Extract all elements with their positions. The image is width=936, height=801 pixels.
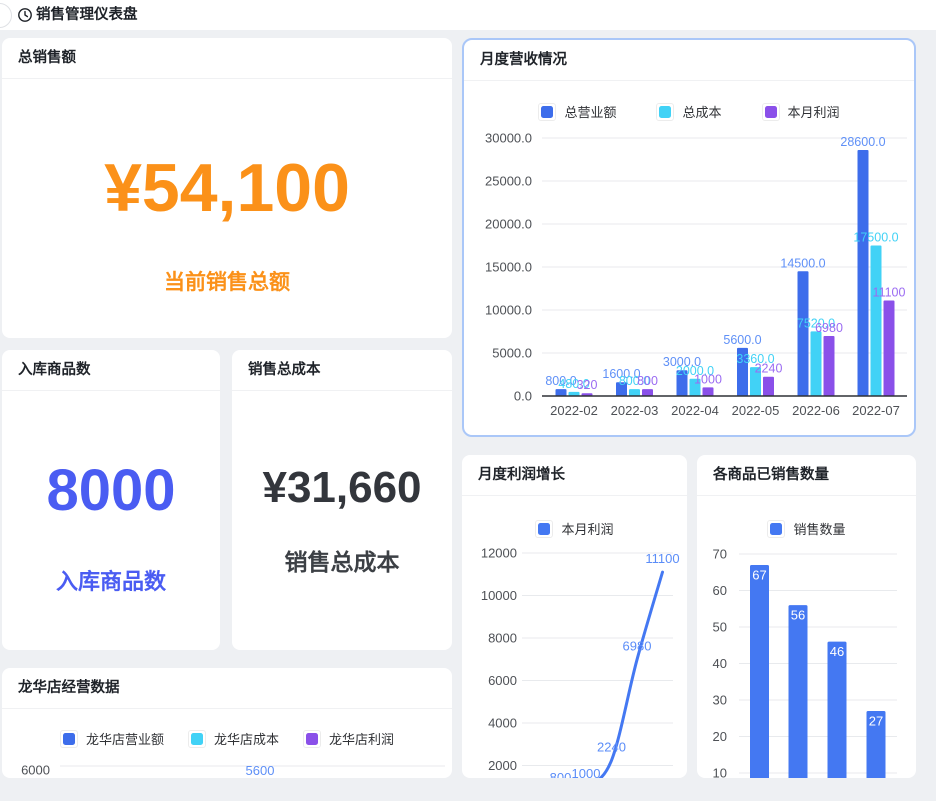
y-tick-label: 8000	[488, 631, 517, 646]
product-sales-chart[interactable]: 70 60 50 40 30 20 10 67 56 46 27	[697, 455, 916, 778]
y-tick-label: 6000	[488, 673, 517, 688]
data-label: 27	[869, 713, 883, 728]
total-cost-caption: 销售总成本	[284, 549, 400, 575]
bar	[750, 564, 769, 778]
data-label: 800	[637, 374, 658, 388]
card-monthly-revenue[interactable]: 月度营收情况 总营业额 总成本 本月利润 0.0 5000.0 10000.0 15000…	[462, 38, 916, 437]
data-label: 56	[791, 608, 805, 623]
bar	[883, 300, 895, 396]
card-stock-count: 入库商品数 8000 入库商品数	[2, 350, 220, 650]
y-tick-label: 12000	[481, 546, 517, 561]
bar	[788, 605, 808, 778]
data-label: 5600.0	[723, 333, 761, 347]
bar	[823, 335, 835, 396]
y-tick-label: 30	[713, 693, 727, 708]
data-label: 5600	[246, 763, 275, 778]
y-tick-label: 2000	[488, 758, 517, 773]
y-tick-label: 50	[713, 620, 727, 635]
x-tick-label: 2022-03	[611, 403, 659, 418]
x-tick-label: 2022-02	[550, 403, 598, 418]
history-clock-icon[interactable]	[17, 7, 33, 23]
y-tick-label: 30000.0	[485, 131, 532, 146]
card-total-cost: 销售总成本 ¥31,660 销售总成本	[232, 350, 452, 650]
data-label: 14500.0	[780, 256, 825, 270]
gridlines	[542, 137, 907, 354]
data-label: 6980	[623, 639, 652, 654]
dashboard-page: 销售管理仪表盘 总销售额 ¥54,100 当前销售总额 入库商品数 8000 入…	[0, 0, 936, 801]
stock-count-caption: 入库商品数	[55, 569, 166, 594]
x-tick-label: 2022-06	[792, 403, 840, 418]
data-label: 17500.0	[853, 231, 898, 245]
monthly-revenue-chart[interactable]: 0.0 5000.0 10000.0 15000.0 20000.0 25000.0 300…	[464, 40, 914, 435]
topbar: 销售管理仪表盘	[0, 0, 936, 30]
data-label: 6980	[815, 321, 843, 335]
bar	[629, 389, 640, 396]
total-sales-caption: 当前销售总额	[164, 271, 290, 294]
series-总营业额: 800.0 1600.03000.05600.014500.028600.0	[545, 135, 886, 396]
card-product-sales: 各商品已销售数量 销售数量 70 60 50 40 30 20 10 67 56 46 27	[697, 455, 916, 778]
data-label: 11100	[645, 551, 679, 566]
data-label: 2240	[597, 739, 626, 754]
y-tick-label: 0.0	[514, 389, 532, 404]
card-total-sales: 总销售额 ¥54,100 当前销售总额	[2, 38, 452, 338]
x-tick-label: 2022-04	[671, 403, 719, 418]
y-tick-label: 5000.0	[492, 346, 532, 361]
data-label: 67	[752, 567, 766, 582]
data-label: 11100	[873, 286, 906, 300]
data-label: 46	[830, 644, 844, 659]
bar	[797, 271, 809, 396]
bar	[870, 245, 882, 396]
stock-count-value: 8000	[46, 458, 176, 523]
card-title: 销售总成本	[248, 362, 321, 378]
y-tick-label: 10	[713, 766, 727, 779]
y-tick-label: 20000.0	[485, 217, 532, 232]
bar	[702, 387, 714, 396]
longhua-chart[interactable]: 6000 5600	[2, 668, 452, 778]
bar	[810, 331, 822, 396]
y-tick-label: 6000	[21, 763, 50, 778]
card-title: 总销售额	[18, 50, 76, 66]
data-label: 2240	[755, 362, 783, 376]
title-divider	[2, 390, 220, 391]
data-label: 320	[577, 378, 598, 392]
data-label: 28600.0	[840, 135, 885, 149]
y-tick-label: 15000.0	[485, 260, 532, 275]
bar	[642, 389, 653, 396]
collapsed-drawer-handle	[0, 3, 12, 28]
profit-growth-chart[interactable]: 2000400060008000100001200032080010002240…	[462, 455, 687, 778]
x-tick-label: 2022-05	[732, 403, 780, 418]
app-title: 销售管理仪表盘	[36, 7, 138, 23]
y-tick-label: 70	[713, 547, 727, 562]
bar	[763, 376, 774, 396]
card-longhua-store: 龙华店经营数据 龙华店营业额 龙华店成本 龙华店利润 6000 5600	[2, 668, 452, 778]
y-tick-label: 20	[713, 729, 727, 744]
title-divider	[232, 390, 452, 391]
y-tick-label: 25000.0	[485, 174, 532, 189]
title-divider	[2, 78, 452, 79]
y-tick-label: 10000.0	[485, 303, 532, 318]
y-tick-label: 60	[713, 583, 727, 598]
total-cost-value: ¥31,660	[262, 463, 422, 512]
data-label: 800	[550, 770, 572, 778]
data-label: 1000	[572, 766, 601, 778]
card-profit-growth: 月度利润增长 本月利润 2000400060008000100001200032…	[462, 455, 687, 778]
data-label: 1000	[694, 372, 722, 386]
card-title: 入库商品数	[18, 362, 91, 378]
bar	[857, 150, 869, 396]
y-tick-label: 4000	[488, 716, 517, 731]
y-tick-label: 10000	[481, 588, 517, 603]
bar	[827, 641, 847, 778]
total-sales-value: ¥54,100	[104, 150, 350, 226]
y-tick-label: 40	[713, 656, 727, 671]
x-tick-label: 2022-07	[852, 403, 900, 418]
